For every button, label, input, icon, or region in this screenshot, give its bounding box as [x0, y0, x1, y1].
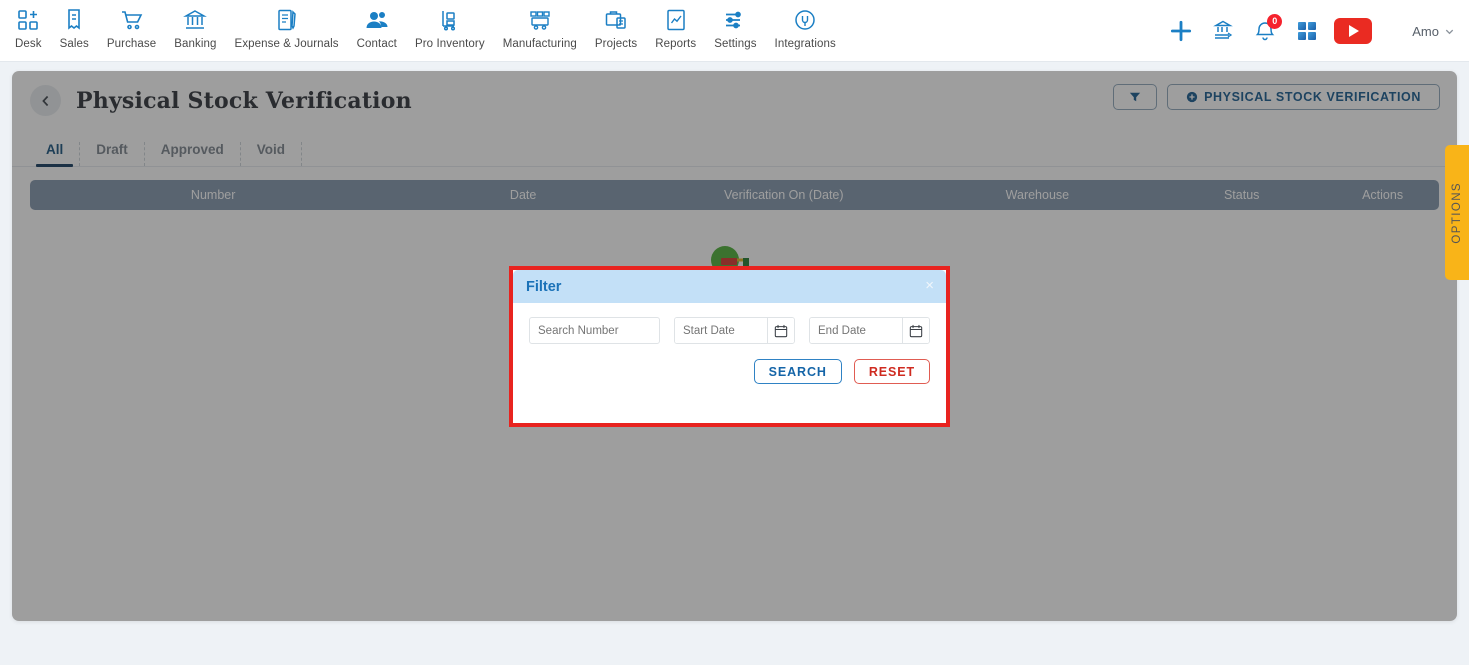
- app-root: Desk Sales Purchase Banking Expense & Jo…: [0, 0, 1469, 665]
- filter-modal-actions: SEARCH RESET: [529, 359, 930, 384]
- settings-sliders-icon: [723, 7, 747, 33]
- integrations-plug-icon: [793, 7, 817, 33]
- nav-label: Reports: [655, 38, 697, 50]
- end-date-field: [809, 317, 930, 344]
- expense-journal-icon: [275, 7, 299, 33]
- nav-label: Pro Inventory: [414, 38, 485, 50]
- filter-fields: [529, 317, 930, 344]
- reset-button[interactable]: RESET: [853, 359, 930, 384]
- nav-label: Integrations: [774, 38, 836, 50]
- filter-modal-header: Filter ×: [513, 270, 946, 303]
- start-date-calendar-button[interactable]: [767, 318, 794, 343]
- nav-label: Manufacturing: [502, 38, 577, 50]
- search-button[interactable]: SEARCH: [753, 359, 842, 384]
- user-menu[interactable]: Amo: [1412, 24, 1455, 39]
- end-date-calendar-button[interactable]: [902, 318, 929, 343]
- user-name: Amo: [1412, 23, 1439, 39]
- nav-item-settings[interactable]: Settings: [705, 7, 765, 50]
- notification-count-badge: 0: [1267, 14, 1283, 29]
- banking-bank-icon: [183, 7, 208, 33]
- nav-item-sales[interactable]: Sales: [51, 7, 98, 50]
- calendar-icon: [774, 324, 788, 337]
- nav-item-banking[interactable]: Banking: [165, 7, 225, 50]
- top-navigation-bar: Desk Sales Purchase Banking Expense & Jo…: [0, 0, 1469, 62]
- nav-item-expense-journals[interactable]: Expense & Journals: [226, 7, 348, 50]
- nav-item-manufacturing[interactable]: Manufacturing: [494, 7, 586, 50]
- pro-inventory-trolley-icon: [438, 7, 462, 33]
- youtube-play-icon: [1349, 25, 1360, 37]
- reports-chart-icon: [664, 7, 688, 33]
- sales-receipt-icon: [62, 7, 86, 33]
- nav-label: Contact: [356, 38, 397, 50]
- nav-item-projects[interactable]: Projects: [586, 7, 646, 50]
- nav-label: Banking: [174, 38, 217, 50]
- nav-label: Settings: [714, 38, 757, 50]
- filter-modal-body: SEARCH RESET: [513, 303, 946, 394]
- nav-item-pro-inventory[interactable]: Pro Inventory: [406, 7, 494, 50]
- manufacturing-factory-icon: [528, 7, 552, 33]
- apps-grid-button[interactable]: [1286, 10, 1328, 52]
- end-date-input[interactable]: [810, 318, 902, 343]
- search-number-input[interactable]: [529, 317, 660, 344]
- notifications-button[interactable]: 0: [1244, 10, 1286, 52]
- nav-label: Purchase: [106, 38, 157, 50]
- filter-modal-title: Filter: [526, 278, 562, 295]
- nav-label: Sales: [59, 38, 89, 50]
- nav-item-reports[interactable]: Reports: [646, 7, 705, 50]
- contact-people-icon: [365, 7, 389, 33]
- nav-label: Expense & Journals: [234, 38, 339, 50]
- nav-item-purchase[interactable]: Purchase: [98, 7, 165, 50]
- calendar-icon: [909, 324, 923, 337]
- close-icon[interactable]: ×: [925, 278, 934, 293]
- start-date-input[interactable]: [675, 318, 767, 343]
- add-button[interactable]: [1160, 10, 1202, 52]
- options-tab-label: OPTIONS: [1451, 181, 1463, 244]
- nav-item-contact[interactable]: Contact: [348, 7, 406, 50]
- nav-item-desk[interactable]: Desk: [6, 7, 51, 50]
- filter-modal: Filter × Search Number Start Date End Da…: [513, 270, 946, 423]
- start-date-field: [674, 317, 795, 344]
- desk-grid-plus-icon: [16, 7, 40, 33]
- purchase-cart-icon: [120, 7, 144, 33]
- nav-label: Projects: [594, 38, 638, 50]
- youtube-button[interactable]: [1334, 18, 1373, 44]
- nav-right-actions: 0 Amo: [1160, 0, 1469, 62]
- nav-label: Desk: [15, 38, 42, 50]
- nav-item-integrations[interactable]: Integrations: [766, 7, 845, 50]
- bank-transfer-button[interactable]: [1202, 10, 1244, 52]
- projects-briefcase-icon: [604, 7, 628, 33]
- chevron-down-icon: [1445, 29, 1454, 34]
- nav-items: Desk Sales Purchase Banking Expense & Jo…: [0, 0, 845, 50]
- filter-modal-highlight: Filter × Search Number Start Date End Da…: [509, 266, 950, 427]
- options-side-tab[interactable]: OPTIONS: [1445, 145, 1469, 280]
